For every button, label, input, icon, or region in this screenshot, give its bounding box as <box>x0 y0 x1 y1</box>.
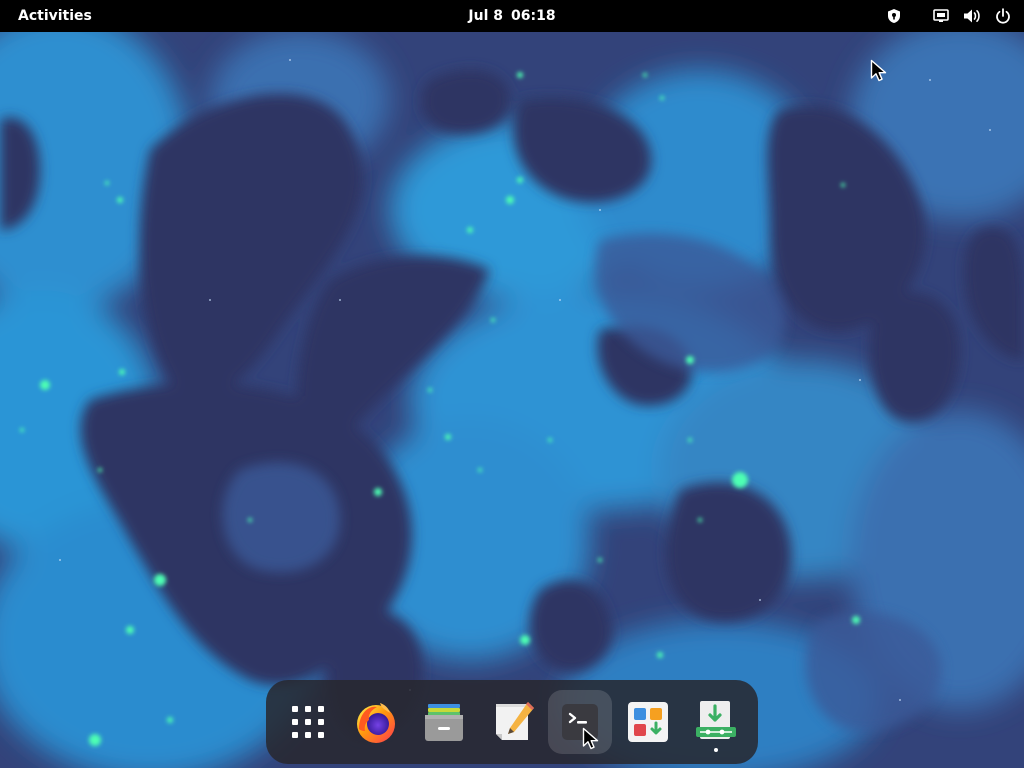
firefox-launcher[interactable] <box>344 690 408 754</box>
clock-date: Jul 8 <box>468 8 503 24</box>
clock-time: 06:18 <box>511 8 556 24</box>
top-bar: Activities Jul 8 06:18 <box>0 0 1024 32</box>
terminal-icon <box>562 704 598 740</box>
installer-launcher[interactable] <box>684 690 748 754</box>
privacy-shield-icon <box>888 9 900 23</box>
text-editor-icon <box>496 702 534 740</box>
firefox-icon <box>357 703 395 743</box>
terminal-launcher[interactable] <box>548 690 612 754</box>
desktop-wallpaper <box>0 0 1024 768</box>
software-icon <box>628 702 668 742</box>
files-icon <box>425 704 463 741</box>
text-editor-launcher[interactable] <box>482 690 546 754</box>
activities-button[interactable]: Activities <box>8 4 102 28</box>
power-icon <box>996 8 1010 24</box>
system-menu-button[interactable] <box>926 0 1018 32</box>
installer-icon <box>696 701 736 739</box>
app-grid-icon <box>292 706 324 738</box>
running-indicator <box>714 748 718 752</box>
privacy-indicator[interactable] <box>880 0 908 32</box>
software-launcher[interactable] <box>616 690 680 754</box>
files-launcher[interactable] <box>412 690 476 754</box>
clock-button[interactable]: Jul 8 06:18 <box>442 4 582 28</box>
network-wired-icon <box>933 9 949 22</box>
show-apps-button[interactable] <box>276 690 340 754</box>
volume-icon <box>964 9 980 23</box>
dock <box>266 680 758 764</box>
